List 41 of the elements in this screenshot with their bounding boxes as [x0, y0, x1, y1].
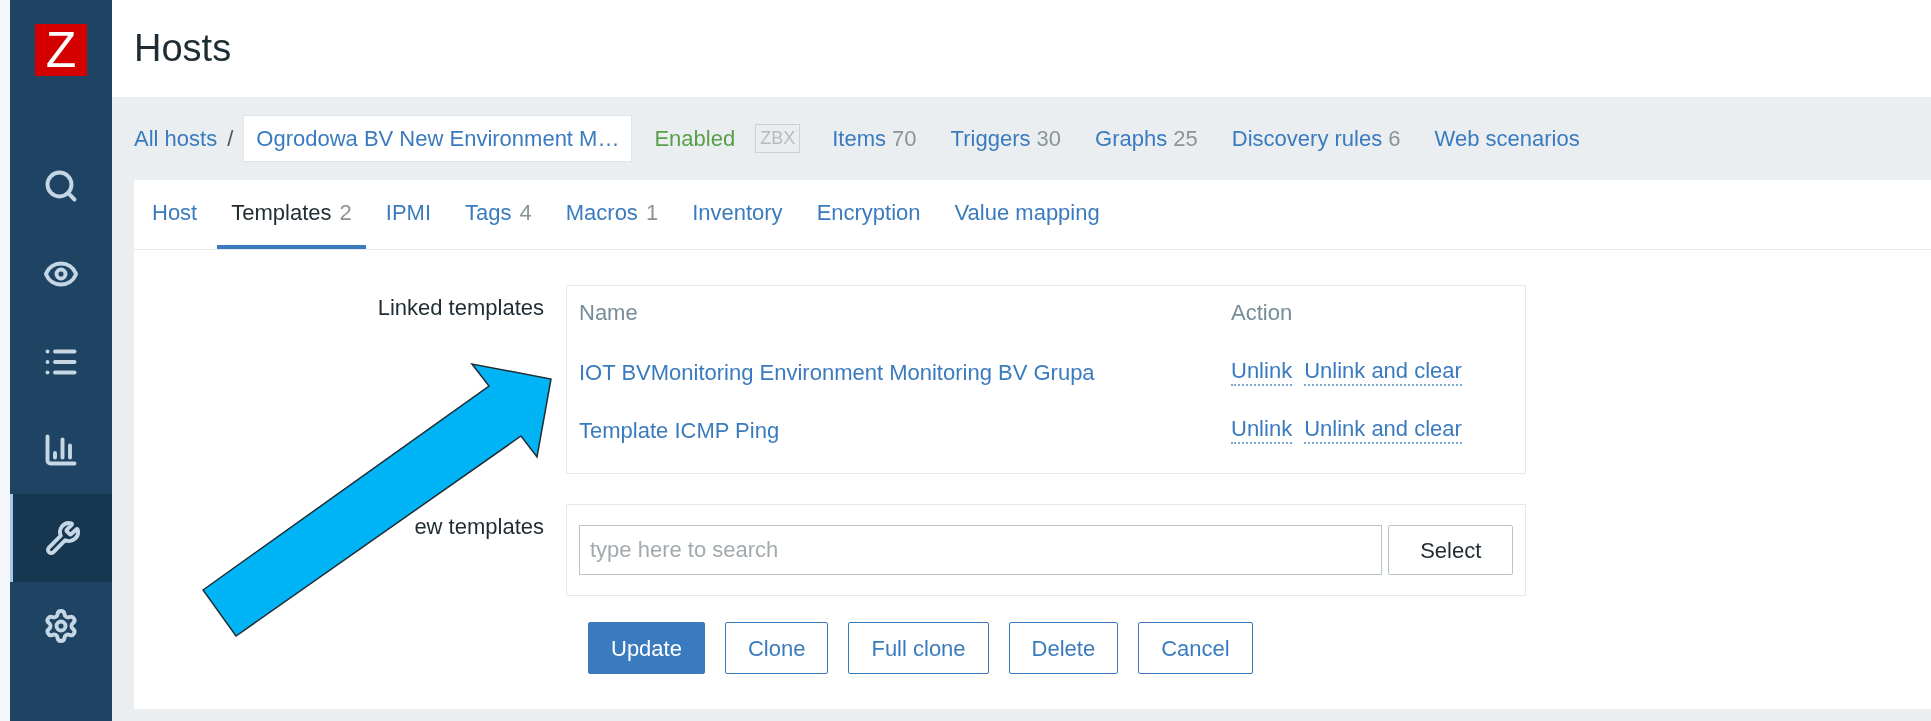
tab[interactable]: Encryption: [802, 180, 935, 249]
select-button[interactable]: Select: [1388, 525, 1513, 575]
search-field[interactable]: type here to search: [579, 525, 1383, 575]
tab[interactable]: Tags 4: [451, 180, 546, 249]
tab[interactable]: Host: [138, 180, 212, 249]
breadcrumb-link[interactable]: All hosts: [134, 122, 218, 155]
field-label: Linked templates: [376, 294, 545, 322]
template-link[interactable]: Template ICMP Ping: [579, 413, 1231, 447]
wrench-icon: [44, 520, 81, 556]
logo[interactable]: Z: [35, 24, 87, 76]
field-label: ew templates: [413, 513, 545, 541]
template-link[interactable]: IOT BVMonitoring Environment Monitoring BV Grupa: [579, 355, 1231, 389]
host-nav-link[interactable]: Items 70: [832, 122, 917, 155]
host-nav-link[interactable]: Discovery rules 6: [1231, 122, 1401, 155]
form-button[interactable]: Clone: [724, 622, 829, 674]
page-title: Hosts: [134, 26, 232, 71]
tab[interactable]: Macros 1: [551, 180, 673, 249]
form-button[interactable]: Update: [588, 622, 705, 674]
sidebar-item[interactable]: [10, 494, 112, 582]
column-header: Name: [579, 299, 639, 327]
tab[interactable]: IPMI: [371, 180, 445, 249]
settings-icon: [43, 608, 79, 644]
host-name-link[interactable]: Ogrodowa BV New Environment M…: [243, 115, 633, 162]
tab[interactable]: Inventory: [678, 180, 797, 249]
action-link[interactable]: Unlink and clear: [1304, 416, 1462, 444]
search-icon: [43, 168, 79, 204]
form-button[interactable]: Delete: [1008, 622, 1119, 674]
column-header: Action: [1231, 299, 1293, 327]
action-link[interactable]: Unlink: [1231, 358, 1293, 386]
host-nav-link[interactable]: Graphs 25: [1095, 122, 1198, 155]
form-button[interactable]: Cancel: [1138, 622, 1253, 674]
host-nav-link[interactable]: Web scenarios: [1434, 122, 1580, 155]
status-label[interactable]: Enabled: [654, 122, 736, 155]
host-nav-link[interactable]: Triggers 30: [950, 122, 1062, 155]
action-link[interactable]: Unlink and clear: [1304, 358, 1462, 386]
action-link[interactable]: Unlink: [1231, 416, 1293, 444]
tab[interactable]: Value mapping: [940, 180, 1114, 249]
bar-chart-icon: [43, 432, 79, 468]
form-button[interactable]: Full clone: [848, 622, 989, 674]
tab[interactable]: Templates 2: [217, 180, 366, 249]
breadcrumb-separator: /: [227, 125, 234, 153]
